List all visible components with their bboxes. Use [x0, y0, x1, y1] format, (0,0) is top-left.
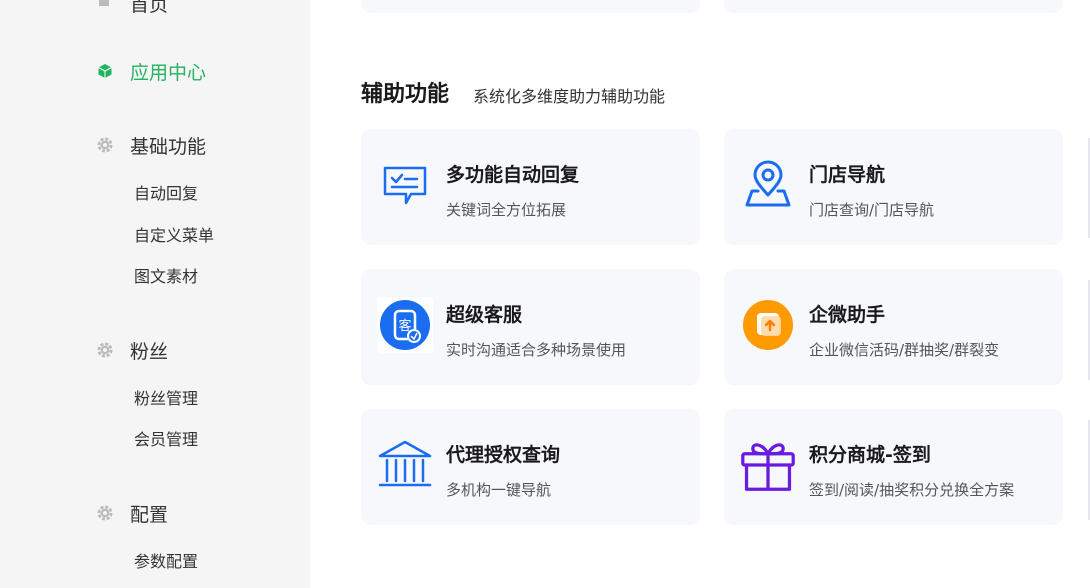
gear-icon [96, 341, 114, 359]
card-title: 代理授权查询 [446, 444, 561, 466]
sidebar-item-app-center[interactable]: 应用中心 [96, 59, 207, 84]
card-agent-auth[interactable]: 代理授权查询 多机构一键导航 [361, 409, 700, 525]
sidebar: 首页 应用中心 基础功能 自动回复 自定义菜单 图文素材 粉丝 粉丝管理 会员管… [0, 0, 310, 588]
sidebar-item-home[interactable]: 首页 [96, 0, 168, 16]
main-content: 辅助功能 系统化多维度助力辅助功能 多功能自动回复 关键词全方位拓展 门店导航 … [310, 0, 1090, 588]
sidebar-group-config[interactable]: 配置 [96, 501, 169, 526]
card-title: 企微助手 [809, 304, 886, 326]
sidebar-item-fans-manage[interactable]: 粉丝管理 [134, 385, 198, 409]
chat-check-icon [377, 157, 433, 213]
card-desc: 企业微信活码/群抽奖/群裂变 [809, 341, 1000, 359]
sidebar-item-label: 首页 [130, 0, 169, 16]
sidebar-group-fans[interactable]: 粉丝 [96, 338, 169, 363]
card-title: 积分商城-签到 [809, 444, 931, 466]
section-title: 辅助功能 [361, 82, 450, 107]
sidebar-group-label: 粉丝 [130, 340, 169, 363]
card-icon-glyph: 客 [398, 318, 411, 334]
sidebar-group-label: 基础功能 [130, 135, 207, 158]
card-title: 多功能自动回复 [446, 164, 580, 186]
sidebar-item-params[interactable]: 参数配置 [134, 548, 198, 572]
sidebar-group-label: 配置 [130, 503, 169, 526]
partial-card[interactable] [724, 0, 1063, 13]
card-desc: 签到/阅读/抽奖积分兑换全方案 [809, 481, 1015, 499]
card-auto-reply[interactable]: 多功能自动回复 关键词全方位拓展 [361, 129, 700, 245]
gear-icon [96, 504, 114, 522]
sidebar-item-member-manage[interactable]: 会员管理 [134, 426, 198, 450]
upload-bubble-icon [740, 297, 796, 353]
sidebar-group-basic[interactable]: 基础功能 [96, 133, 207, 158]
card-desc: 实时沟通适合多种场景使用 [446, 341, 627, 359]
card-desc: 多机构一键导航 [446, 481, 552, 499]
home-icon [96, 0, 112, 12]
sidebar-item-custom-menu[interactable]: 自定义菜单 [134, 222, 214, 246]
card-points-mall[interactable]: 积分商城-签到 签到/阅读/抽奖积分兑换全方案 [724, 409, 1063, 525]
card-title: 门店导航 [809, 164, 886, 186]
partial-card[interactable] [361, 0, 700, 13]
bank-icon [377, 437, 433, 493]
section-subtitle: 系统化多维度助力辅助功能 [473, 87, 666, 106]
sidebar-item-media[interactable]: 图文素材 [134, 263, 198, 287]
card-wecom-assistant[interactable]: 企微助手 企业微信活码/群抽奖/群裂变 [724, 269, 1063, 385]
card-desc: 关键词全方位拓展 [446, 201, 567, 219]
cube-icon [96, 62, 114, 80]
sidebar-item-auto-reply[interactable]: 自动回复 [134, 180, 198, 204]
card-desc: 门店查询/门店导航 [809, 201, 935, 219]
sidebar-item-label: 应用中心 [130, 61, 207, 84]
location-pin-icon [740, 157, 796, 213]
card-super-service[interactable]: 客 超级客服 实时沟通适合多种场景使用 [361, 269, 700, 385]
gift-icon [740, 437, 796, 493]
card-store-nav[interactable]: 门店导航 门店查询/门店导航 [724, 129, 1063, 245]
card-title: 超级客服 [446, 304, 523, 326]
customer-service-icon: 客 [377, 297, 433, 353]
gear-icon [96, 136, 114, 154]
